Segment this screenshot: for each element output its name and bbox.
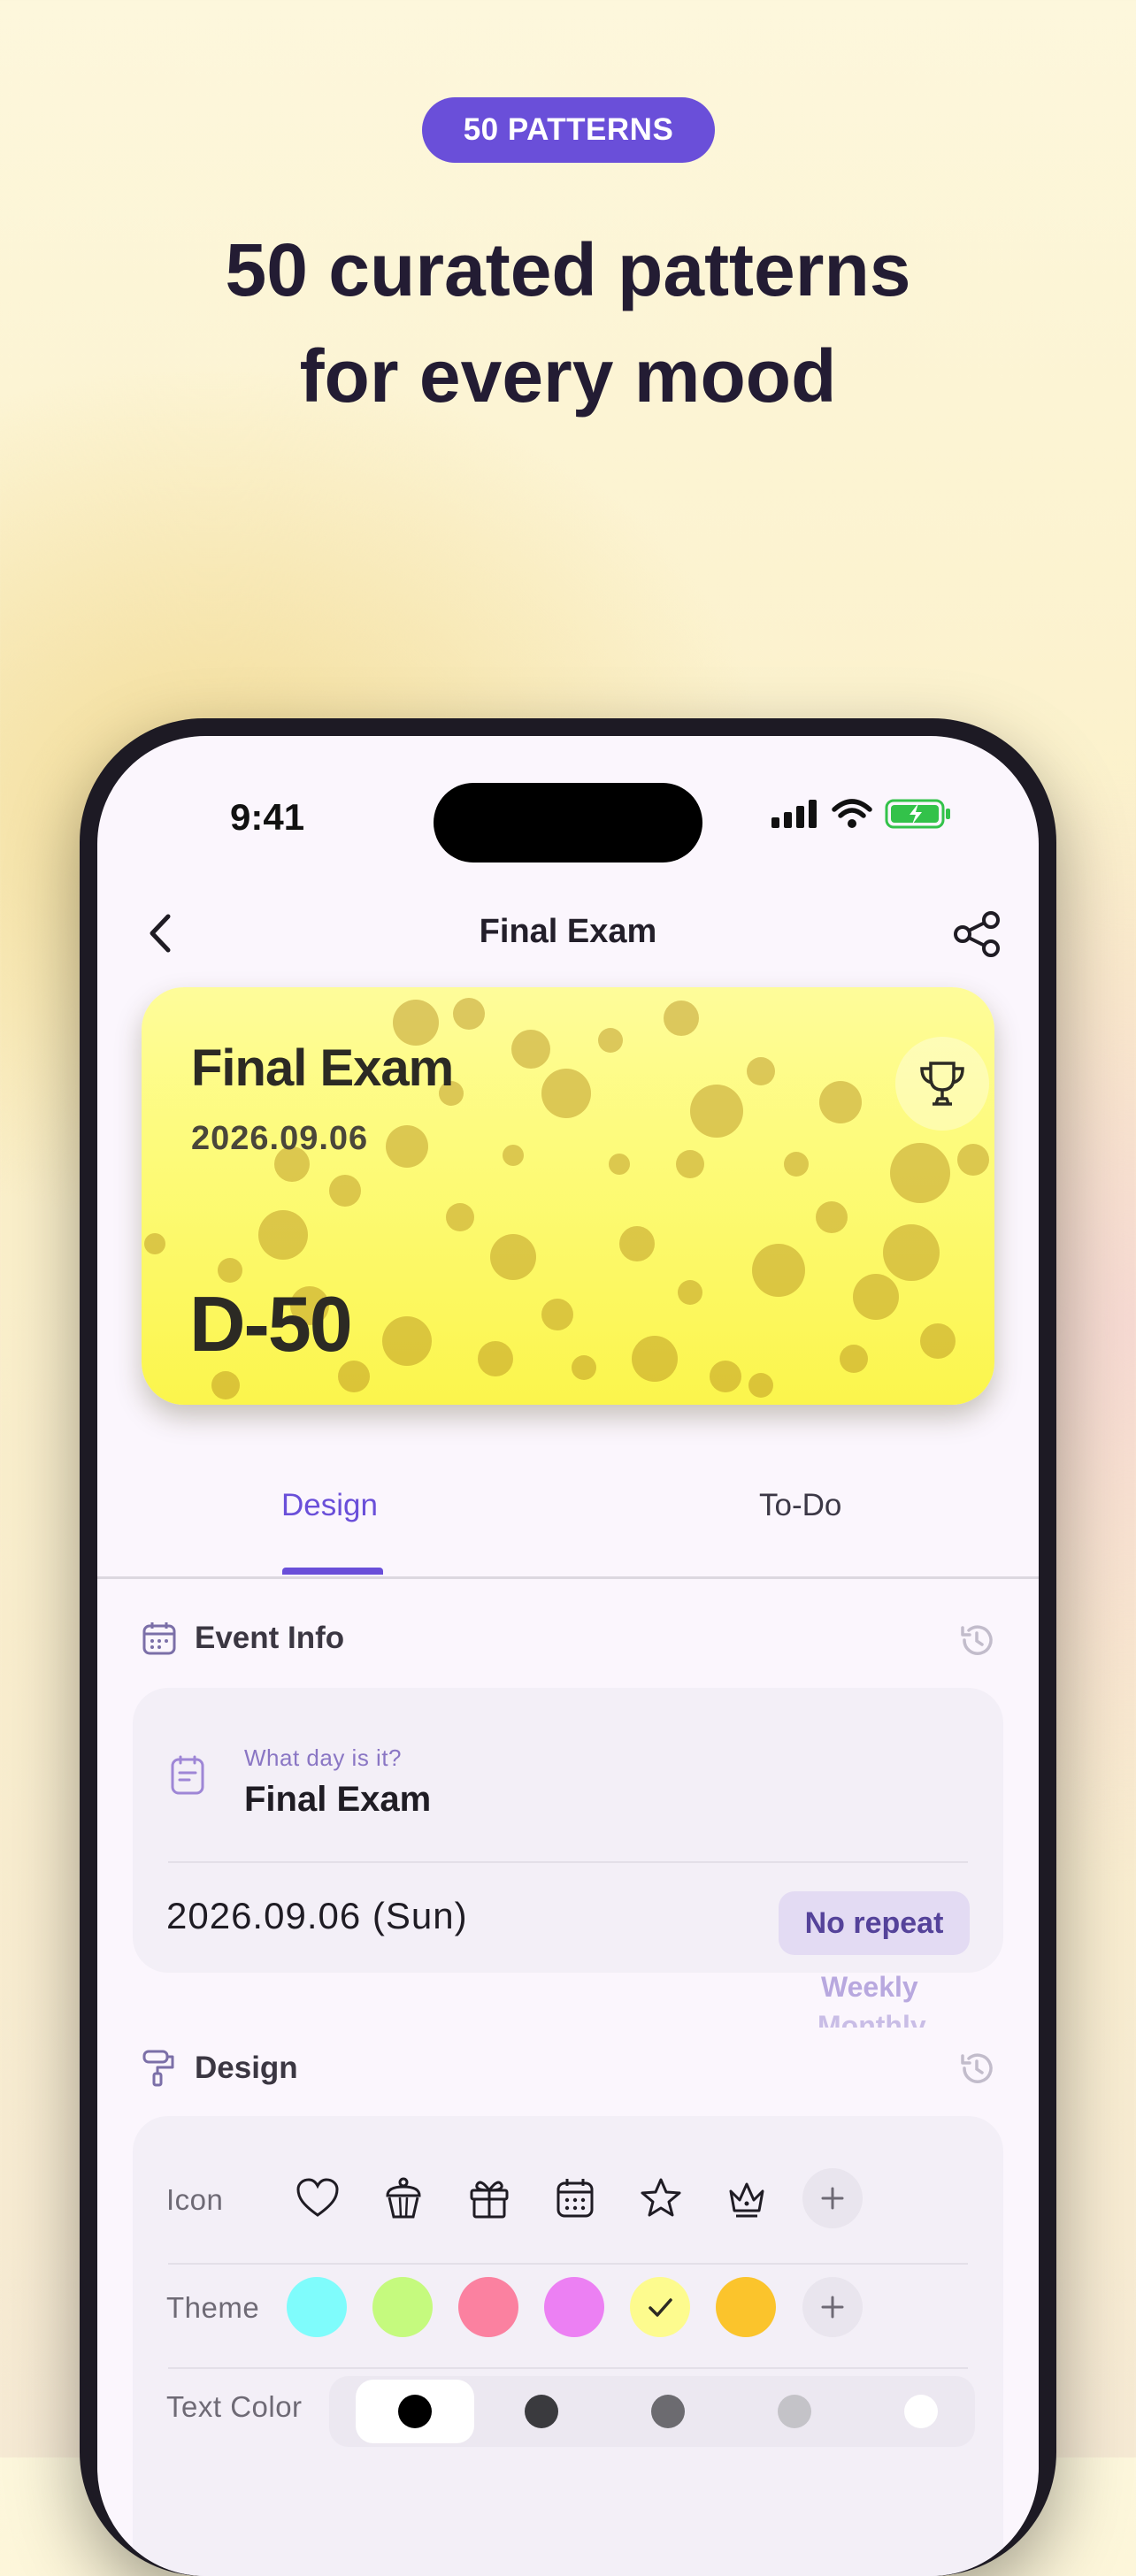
repeat-option-monthly[interactable]: Monthly — [817, 2010, 956, 2028]
theme-row-label: Theme — [166, 2291, 260, 2324]
crown-icon[interactable] — [716, 2167, 778, 2229]
tab-todo[interactable]: To-Do — [759, 1488, 841, 1523]
icon-row-label: Icon — [166, 2183, 224, 2216]
share-icon[interactable] — [952, 909, 1002, 959]
text-color-swatch[interactable] — [778, 2395, 811, 2428]
calendar-icon — [142, 1622, 176, 1655]
heart-icon[interactable] — [287, 2167, 349, 2229]
theme-swatch[interactable] — [716, 2277, 776, 2337]
card-dday: D-50 — [189, 1280, 353, 1368]
phone-frame: 9:41 Final Exam Final Exam 2026.09.06 D-… — [80, 718, 1056, 2576]
paint-roller-icon — [142, 2050, 174, 2087]
design-header: Design — [142, 2049, 298, 2088]
repeat-option-monthly-clip: Monthly — [814, 2010, 956, 2028]
status-time: 9:41 — [230, 796, 305, 838]
headline-line-1: 50 curated patterns — [225, 228, 911, 311]
calendar-icon[interactable] — [544, 2167, 606, 2229]
badge: 50 PATTERNS — [422, 97, 715, 163]
design-heading: Design — [195, 2051, 298, 2085]
card-title: Final Exam — [191, 1039, 454, 1097]
text-color-row-label: Text Color — [166, 2390, 303, 2423]
theme-swatch[interactable] — [458, 2277, 518, 2337]
event-name-input[interactable]: Final Exam — [244, 1780, 431, 1820]
theme-swatch[interactable] — [630, 2277, 690, 2337]
text-color-swatch[interactable] — [525, 2395, 558, 2428]
status-icons — [771, 798, 952, 830]
check-icon — [649, 2298, 672, 2317]
design-panel: Icon Theme Text Color — [133, 2116, 1003, 2576]
history-icon[interactable] — [957, 2049, 996, 2088]
plus-icon — [821, 2296, 844, 2319]
repeat-selector[interactable]: No repeat — [779, 1891, 970, 1955]
headline-line-2: for every mood — [299, 334, 837, 418]
event-name-label: What day is it? — [244, 1744, 403, 1771]
divider — [168, 2263, 968, 2265]
history-icon[interactable] — [957, 1621, 996, 1660]
event-info-header: Event Info — [142, 1621, 344, 1656]
event-info-heading: Event Info — [195, 1621, 345, 1655]
theme-swatch[interactable] — [287, 2277, 347, 2337]
tab-active-indicator — [282, 1568, 383, 1575]
dday-card[interactable]: Final Exam 2026.09.06 D-50 — [142, 987, 994, 1405]
wifi-icon — [832, 799, 872, 828]
nav-title: Final Exam — [479, 913, 657, 950]
add-theme-button[interactable] — [802, 2277, 863, 2337]
theme-swatch[interactable] — [544, 2277, 604, 2337]
tab-bar: Design To-Do — [97, 1460, 1039, 1579]
dynamic-island — [434, 783, 702, 862]
repeat-option-weekly[interactable]: Weekly — [821, 1971, 918, 2004]
text-color-swatch[interactable] — [398, 2395, 432, 2428]
headline: 50 curated patterns for every mood — [0, 217, 1136, 429]
text-color-swatch[interactable] — [904, 2395, 938, 2428]
star-icon[interactable] — [630, 2167, 692, 2229]
trophy-icon[interactable] — [895, 1037, 989, 1131]
plus-icon — [821, 2187, 844, 2210]
text-color-swatch[interactable] — [651, 2395, 685, 2428]
gift-icon[interactable] — [458, 2167, 520, 2229]
event-date[interactable]: 2026.09.06 (Sun) — [166, 1895, 468, 1937]
battery-icon — [885, 799, 950, 829]
cupcake-icon[interactable] — [372, 2167, 434, 2229]
note-icon — [171, 1755, 204, 1795]
tab-design[interactable]: Design — [281, 1488, 378, 1523]
card-date: 2026.09.06 — [191, 1120, 369, 1157]
divider — [168, 2367, 968, 2369]
signal-icon — [771, 800, 817, 828]
add-icon-button[interactable] — [802, 2168, 863, 2228]
event-info-panel: What day is it? Final Exam 2026.09.06 (S… — [133, 1688, 1003, 1973]
theme-swatch[interactable] — [372, 2277, 433, 2337]
phone-screen: 9:41 Final Exam Final Exam 2026.09.06 D-… — [97, 736, 1039, 2576]
divider — [168, 1861, 968, 1863]
